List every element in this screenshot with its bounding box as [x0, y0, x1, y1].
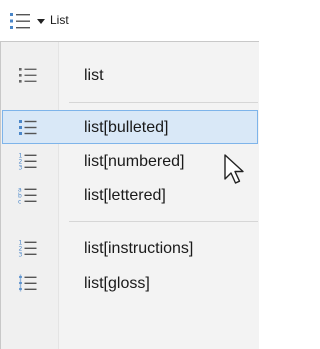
menu-item-label: list[bulleted] [84, 119, 169, 136]
svg-text:3: 3 [19, 165, 23, 172]
menu-separator [69, 102, 258, 103]
list-style-button-label: List [50, 13, 69, 27]
menu-item-label: list[numbered] [84, 153, 185, 170]
menu-item-list-bulleted[interactable]: list[bulleted] [2, 110, 258, 144]
list-bulleted-icon [9, 11, 31, 31]
list-instructions-icon: 1 2 3 [17, 237, 39, 259]
menu-item-list[interactable]: list [2, 58, 258, 92]
svg-text:3: 3 [19, 252, 23, 259]
list-icon [17, 64, 39, 86]
list-lettered-icon: a b c [17, 184, 39, 206]
mouse-pointer-icon [223, 153, 247, 189]
list-bulleted-icon [17, 116, 39, 138]
menu-item-list-instructions[interactable]: 1 2 3 list[instructions] [2, 231, 258, 265]
menu-separator [69, 221, 258, 222]
list-gloss-icon [17, 272, 39, 294]
svg-text:c: c [18, 199, 21, 206]
stage: List list list[bulleted] 1 2 3 list[numb… [0, 0, 260, 349]
menu-item-label: list[instructions] [84, 240, 194, 257]
menu-item-label: list[lettered] [84, 187, 166, 204]
menu-item-label: list [84, 67, 104, 84]
list-style-menu: list list[bulleted] 1 2 3 list[numbered]… [0, 41, 259, 349]
list-style-split-button[interactable]: List [0, 0, 104, 41]
menu-item-list-gloss[interactable]: list[gloss] [2, 266, 258, 300]
chevron-down-icon[interactable] [36, 13, 46, 24]
list-numbered-icon: 1 2 3 [17, 150, 39, 172]
menu-item-list-numbered[interactable]: 1 2 3 list[numbered] [2, 144, 258, 178]
menu-item-list-lettered[interactable]: a b c list[lettered] [2, 178, 258, 212]
menu-item-label: list[gloss] [84, 275, 150, 292]
